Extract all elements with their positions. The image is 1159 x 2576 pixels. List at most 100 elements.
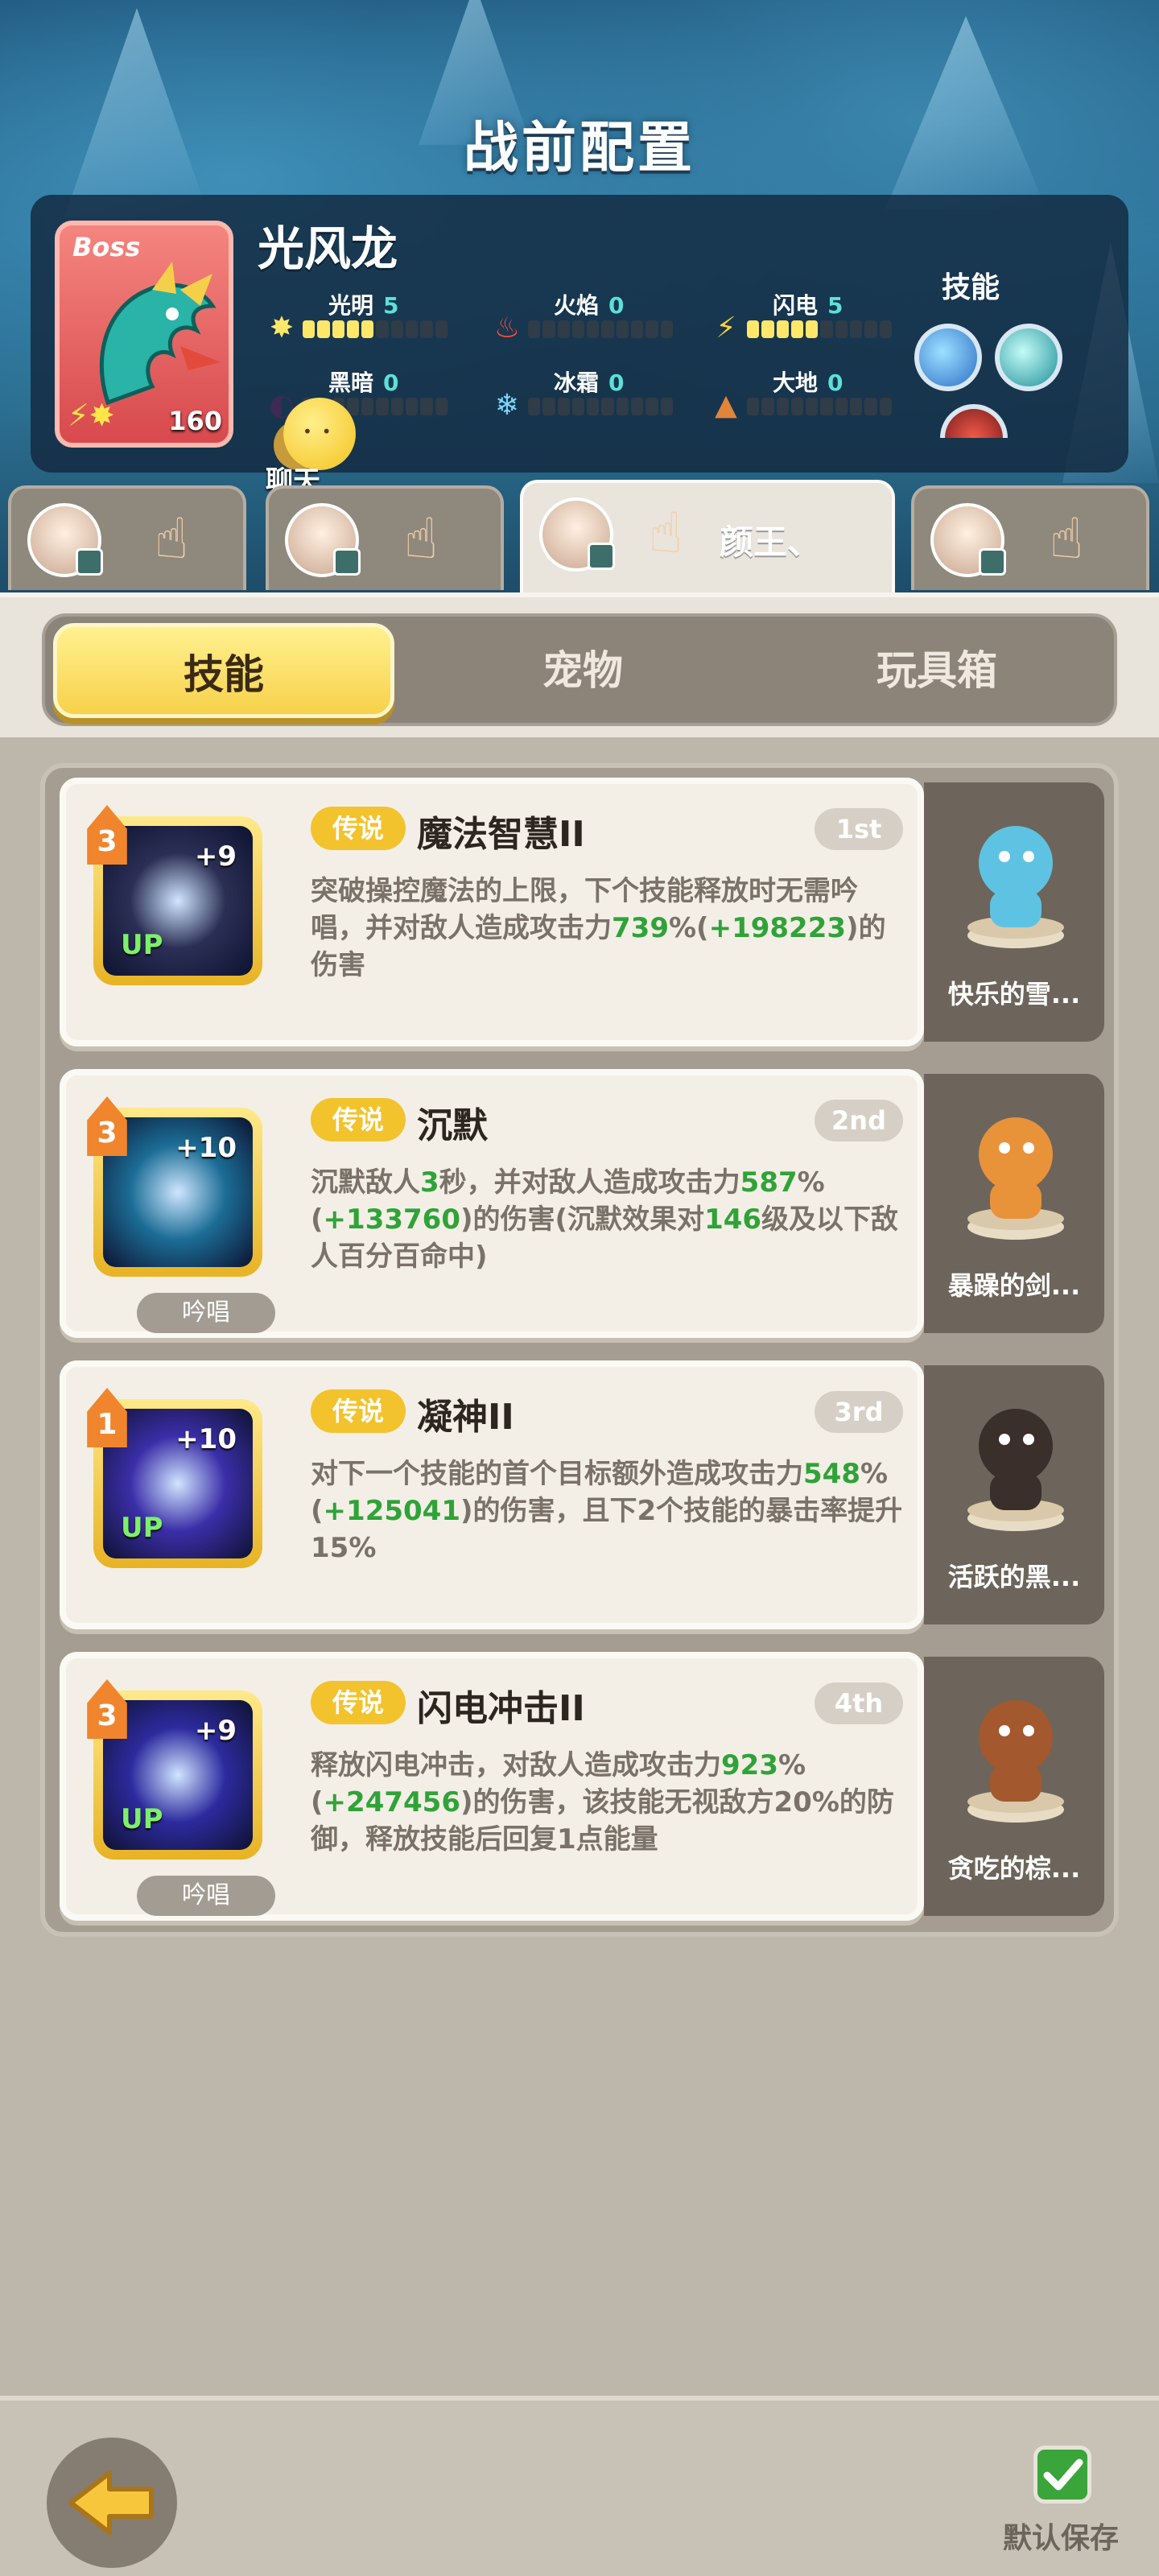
desc-highlight-value: 923 — [721, 1749, 778, 1781]
skill-name: 闪电冲击II — [417, 1688, 585, 1729]
pet-figure-icon — [967, 1700, 1064, 1823]
chat-face-icon: •• — [303, 422, 341, 441]
avatar — [27, 503, 103, 577]
boss-portrait[interactable]: Boss ⚡✸ 160 — [55, 221, 233, 448]
team-tab-2[interactable]: ☝ — [266, 485, 504, 590]
skill-plus-level: +10 — [175, 1132, 237, 1164]
battle-scene-background: 战前配置 Boss ⚡✸ 160 光风龙 ✸ 光明 5 ♨ 火焰 0 ⚡ 闪电 5 ◐ 黑暗 0 ❄ 冰霜… — [0, 0, 1159, 596]
skill-card[interactable]: +10 3 吟唱 传说 沉默 2nd 沉默敌人3秒，并对敌人造成攻击力587%(+13376… — [60, 1069, 924, 1338]
skill-icon-frame: +9 UP 3 — [87, 1679, 262, 1860]
desc-text: 释放闪电冲击，对敌人造成攻击力 — [311, 1749, 721, 1781]
stat-bar — [528, 398, 673, 415]
skill-plus-level: +9 — [194, 840, 237, 873]
stat-label: 冰霜 — [554, 369, 600, 396]
stat-name: 黑暗 0 — [328, 365, 399, 398]
desc-highlight-value: +125041 — [323, 1495, 460, 1527]
stat-bar — [303, 320, 448, 338]
pet-name: 贪吃的棕... — [947, 1853, 1081, 1884]
rarity-badge: 传说 — [311, 807, 406, 850]
desc-highlight-value: 739 — [612, 912, 669, 944]
desc-text: 秒，并对敌人造成攻击力 — [439, 1166, 740, 1199]
skill-star-level: 3 — [87, 1679, 127, 1739]
desc-text: )的伤害(沉默效果对 — [460, 1203, 705, 1236]
stat-1: ♨ 火焰 0 — [491, 288, 700, 353]
stat-label: 火焰 — [554, 292, 600, 319]
rarity-badge: 传说 — [311, 1389, 406, 1433]
chant-badge: 吟唱 — [137, 1876, 275, 1916]
skill-star-level: 3 — [87, 805, 127, 865]
stat-5: ▲ 大地 0 — [710, 365, 919, 430]
team-tab-4[interactable]: ☝ — [911, 485, 1149, 590]
skill-name: 凝神II — [417, 1397, 514, 1438]
stat-label: 闪电 — [773, 292, 819, 319]
tab-pets[interactable]: 宠物 — [412, 623, 753, 718]
stat-value: 5 — [383, 292, 399, 319]
pet-slot[interactable]: 快乐的雪... — [924, 782, 1104, 1042]
boss-skill-wind-icon[interactable] — [995, 324, 1062, 391]
back-button[interactable] — [47, 2438, 177, 2568]
pointing-hand-icon: ☝ — [1049, 506, 1084, 572]
pet-figure-icon — [967, 1117, 1064, 1240]
pointing-hand-icon: ☝ — [403, 506, 439, 572]
pointing-hand-icon: ☝ — [154, 506, 189, 572]
skill-card[interactable]: +10 UP 1 传说 凝神II 3rd 对下一个技能的首个目标额外造成攻击力548%(+1… — [60, 1360, 924, 1629]
pet-slot[interactable]: 贪吃的棕... — [924, 1657, 1104, 1916]
lightning-icon: ⚡ — [716, 312, 736, 345]
stat-value: 5 — [827, 292, 843, 319]
skill-name: 沉默 — [417, 1105, 488, 1146]
skill-name: 魔法智慧II — [417, 814, 585, 855]
rarity-badge: 传说 — [311, 1681, 406, 1724]
skill-card[interactable]: +9 UP 3 吟唱 传说 闪电冲击II 4th 释放闪电冲击，对敌人造成攻击力923%(+2… — [60, 1652, 924, 1921]
skill-plus-level: +10 — [175, 1423, 237, 1455]
skill-star-level: 1 — [87, 1388, 127, 1447]
skill-order-badge: 2nd — [815, 1100, 903, 1141]
sun-icon: ✸ — [269, 312, 295, 345]
skill-description: 沉默敌人3秒，并对敌人造成攻击力587%(+133760)的伤害(沉默效果对14… — [311, 1164, 906, 1275]
stat-name: 闪电 5 — [773, 288, 843, 320]
avatar — [930, 503, 1006, 577]
stat-value: 0 — [608, 369, 625, 396]
tab-skills[interactable]: 技能 — [53, 623, 394, 718]
skill-up-badge: UP — [121, 1512, 163, 1544]
stat-name: 冰霜 0 — [554, 365, 625, 398]
skill-star-level: 3 — [87, 1096, 127, 1156]
desc-highlight-value: +133760 — [323, 1203, 460, 1236]
skill-card[interactable]: +9 UP 3 传说 魔法智慧II 1st 突破操控魔法的上限，下个技能释放时无需吟唱，并对… — [60, 778, 924, 1046]
pointing-hand-icon: ☝ — [648, 500, 683, 566]
team-label: 颜王、 — [720, 522, 822, 562]
default-save-checkbox[interactable] — [1033, 2446, 1091, 2504]
desc-text: 沉默敌人 — [311, 1166, 420, 1199]
skill-order-badge: 1st — [815, 808, 903, 850]
boss-skill-fire-icon[interactable] — [940, 404, 1008, 438]
pet-slot[interactable]: 暴躁的剑... — [924, 1074, 1104, 1333]
desc-highlight-value: +198223 — [708, 912, 847, 944]
stat-bar — [747, 320, 892, 338]
stat-2: ⚡ 闪电 5 — [710, 288, 919, 353]
team-tab-3[interactable]: ☝ 颜王、 — [520, 480, 895, 592]
skill-up-badge: UP — [121, 1803, 163, 1835]
skill-order-badge: 3rd — [815, 1391, 903, 1433]
snowflake-icon: ❄ — [494, 389, 520, 422]
skill-icon-frame: +10 3 — [87, 1096, 262, 1277]
desc-highlight-value: +247456 — [323, 1786, 460, 1818]
stat-name: 大地 0 — [773, 365, 843, 398]
earth-icon: ▲ — [715, 389, 737, 422]
desc-text: %( — [668, 912, 709, 944]
pet-figure-icon — [967, 826, 1064, 948]
avatar — [285, 503, 361, 577]
skill-list: +9 UP 3 传说 魔法智慧II 1st 突破操控魔法的上限，下个技能释放时无需吟唱，并对… — [40, 763, 1119, 1937]
boss-skill-label: 技能 — [941, 271, 1000, 304]
stat-value: 0 — [827, 369, 843, 396]
boss-info-panel: Boss ⚡✸ 160 光风龙 ✸ 光明 5 ♨ 火焰 0 ⚡ 闪电 5 ◐ 黑暗 0 ❄ 冰霜 0 ▲ 大地 0… — [31, 195, 1128, 473]
tab-bar: 技能 宠物 玩具箱 — [42, 613, 1117, 726]
desc-highlight-value: 548 — [803, 1458, 860, 1490]
desc-highlight-value: 587 — [740, 1166, 798, 1199]
rarity-badge: 传说 — [311, 1098, 406, 1141]
pet-slot[interactable]: 活跃的黑... — [924, 1365, 1104, 1624]
stat-4: ❄ 冰霜 0 — [491, 365, 700, 430]
arrow-left-icon — [68, 2471, 154, 2535]
team-tab-1[interactable]: ☝ — [8, 485, 246, 590]
boss-skill-ice-icon[interactable] — [914, 324, 982, 391]
skill-description: 对下一个技能的首个目标额外造成攻击力548%(+125041)的伤害，且下2个技… — [311, 1455, 906, 1567]
tab-toybox[interactable]: 玩具箱 — [766, 623, 1107, 718]
